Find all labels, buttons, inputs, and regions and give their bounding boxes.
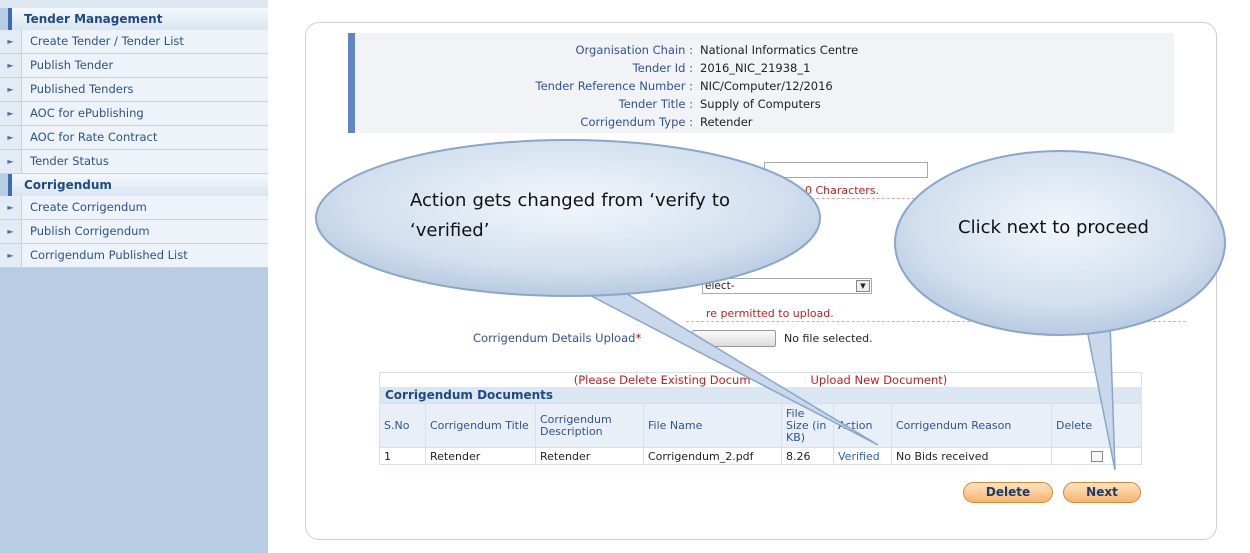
- sidebar-section-corrigendum: Corrigendum: [8, 174, 268, 196]
- sidebar: Tender Management ► Create Tender / Tende…: [0, 0, 268, 553]
- cell-sno: 1: [379, 447, 426, 465]
- info-row-tender-id: Tender Id : 2016_NIC_21938_1: [355, 61, 1181, 79]
- callout-text-right: Click next to proceed: [958, 217, 1149, 238]
- required-star: *: [635, 331, 642, 345]
- info-value: 2016_NIC_21938_1: [700, 61, 811, 75]
- table-row: 1 Retender Retender Corrigendum_2.pdf 8.…: [379, 447, 1142, 465]
- file-status: No file selected.: [784, 332, 873, 345]
- sidebar-item-label: AOC for ePublishing: [30, 106, 144, 120]
- sidebar-item-tender-status[interactable]: ► Tender Status: [0, 150, 268, 174]
- main-panel: Organisation Chain : National Informatic…: [305, 22, 1217, 540]
- cell-delete: [1051, 447, 1142, 465]
- sidebar-item-label: Create Corrigendum: [30, 200, 147, 214]
- table-header-row: S.No Corrigendum Title Corrigendum Descr…: [379, 403, 1142, 448]
- info-row-organisation: Organisation Chain : National Informatic…: [355, 43, 1181, 61]
- info-label: Corrigendum Type :: [580, 115, 693, 129]
- verified-link[interactable]: Verified: [833, 447, 892, 465]
- info-label: Tender Title :: [618, 97, 693, 111]
- callout-text-left: Action gets changed from ‘verify to ‘ver…: [410, 190, 730, 241]
- select-value: elect-: [705, 280, 735, 292]
- documents-table: S.No Corrigendum Title Corrigendum Descr…: [379, 403, 1142, 465]
- upload-note: re permitted to upload.: [706, 307, 834, 320]
- char-limit-note: 0 Characters.: [805, 184, 880, 197]
- header-delete: Delete: [1051, 403, 1142, 448]
- arrow-right-icon: ►: [0, 220, 22, 243]
- cell-title: Retender: [425, 447, 536, 465]
- documents-title: Corrigendum Documents: [379, 387, 1142, 403]
- arrow-right-icon: ►: [0, 78, 22, 101]
- corrigendum-reason-input[interactable]: [764, 162, 928, 178]
- divider: [686, 321, 1186, 322]
- header-description: Corrigendum Description: [535, 403, 644, 448]
- delete-checkbox[interactable]: [1090, 451, 1103, 462]
- arrow-right-icon: ►: [0, 102, 22, 125]
- divider: [686, 198, 1186, 199]
- sidebar-item-label: Publish Tender: [30, 58, 114, 72]
- sidebar-item-label: Create Tender / Tender List: [30, 34, 184, 48]
- arrow-right-icon: ►: [0, 196, 22, 219]
- delete-note-right: Upload New Document): [810, 373, 948, 387]
- header-reason: Corrigendum Reason: [891, 403, 1052, 448]
- sidebar-top-strip: [0, 0, 268, 8]
- next-button[interactable]: Next: [1063, 482, 1141, 503]
- sidebar-item-publish-corrigendum[interactable]: ► Publish Corrigendum: [0, 220, 268, 244]
- info-value: National Informatics Centre: [700, 43, 859, 57]
- upload-label: Corrigendum Details Upload*: [473, 331, 641, 345]
- arrow-right-icon: ►: [0, 54, 22, 77]
- cell-description: Retender: [535, 447, 644, 465]
- cell-file-name: Corrigendum_2.pdf: [643, 447, 782, 465]
- arrow-right-icon: ►: [0, 30, 22, 53]
- info-label: Tender Id :: [632, 61, 693, 75]
- info-row-tender-title: Tender Title : Supply of Computers: [355, 97, 1181, 115]
- delete-button[interactable]: Delete: [963, 482, 1053, 503]
- corrigendum-select[interactable]: elect- ▼: [702, 278, 872, 294]
- info-label: Tender Reference Number :: [535, 79, 694, 93]
- sidebar-item-label: Publish Corrigendum: [30, 224, 150, 238]
- header-title: Corrigendum Title: [425, 403, 536, 448]
- sidebar-item-publish-tender[interactable]: ► Publish Tender: [0, 54, 268, 78]
- sidebar-item-aoc-rate-contract[interactable]: ► AOC for Rate Contract: [0, 126, 268, 150]
- delete-note: (Please Delete Existing Docum Upload New …: [379, 372, 1142, 387]
- sidebar-section-tender-management: Tender Management: [8, 8, 268, 30]
- tender-info-box: Organisation Chain : National Informatic…: [348, 33, 1174, 133]
- info-value: Supply of Computers: [700, 97, 821, 111]
- info-value: Retender: [700, 115, 753, 129]
- sidebar-item-create-tender[interactable]: ► Create Tender / Tender List: [0, 30, 268, 54]
- browse-button[interactable]: [692, 330, 776, 347]
- info-label: Organisation Chain :: [575, 43, 693, 57]
- sidebar-item-corrigendum-published-list[interactable]: ► Corrigendum Published List: [0, 244, 268, 268]
- sidebar-item-label: AOC for Rate Contract: [30, 130, 158, 144]
- info-row-reference-number: Tender Reference Number : NIC/Computer/1…: [355, 79, 1181, 97]
- header-file-name: File Name: [643, 403, 782, 448]
- delete-note-left: (Please Delete Existing Docum: [573, 373, 751, 387]
- sidebar-item-aoc-epublishing[interactable]: ► AOC for ePublishing: [0, 102, 268, 126]
- header-sno: S.No: [379, 403, 426, 448]
- sidebar-item-label: Corrigendum Published List: [30, 248, 188, 262]
- arrow-right-icon: ►: [0, 126, 22, 149]
- cell-reason: No Bids received: [891, 447, 1052, 465]
- cell-file-size: 8.26: [781, 447, 834, 465]
- header-action: Action: [833, 403, 892, 448]
- header-file-size: File Size (in KB): [781, 403, 834, 448]
- upload-label-text: Corrigendum Details Upload: [473, 331, 636, 345]
- sidebar-item-label: Published Tenders: [30, 82, 134, 96]
- info-row-corrigendum-type: Corrigendum Type : Retender: [355, 115, 1181, 133]
- sidebar-item-published-tenders[interactable]: ► Published Tenders: [0, 78, 268, 102]
- arrow-right-icon: ►: [0, 244, 22, 267]
- arrow-right-icon: ►: [0, 150, 22, 173]
- sidebar-item-create-corrigendum[interactable]: ► Create Corrigendum: [0, 196, 268, 220]
- chevron-down-icon[interactable]: ▼: [856, 280, 870, 292]
- info-value: NIC/Computer/12/2016: [700, 79, 833, 93]
- sidebar-item-label: Tender Status: [30, 154, 109, 168]
